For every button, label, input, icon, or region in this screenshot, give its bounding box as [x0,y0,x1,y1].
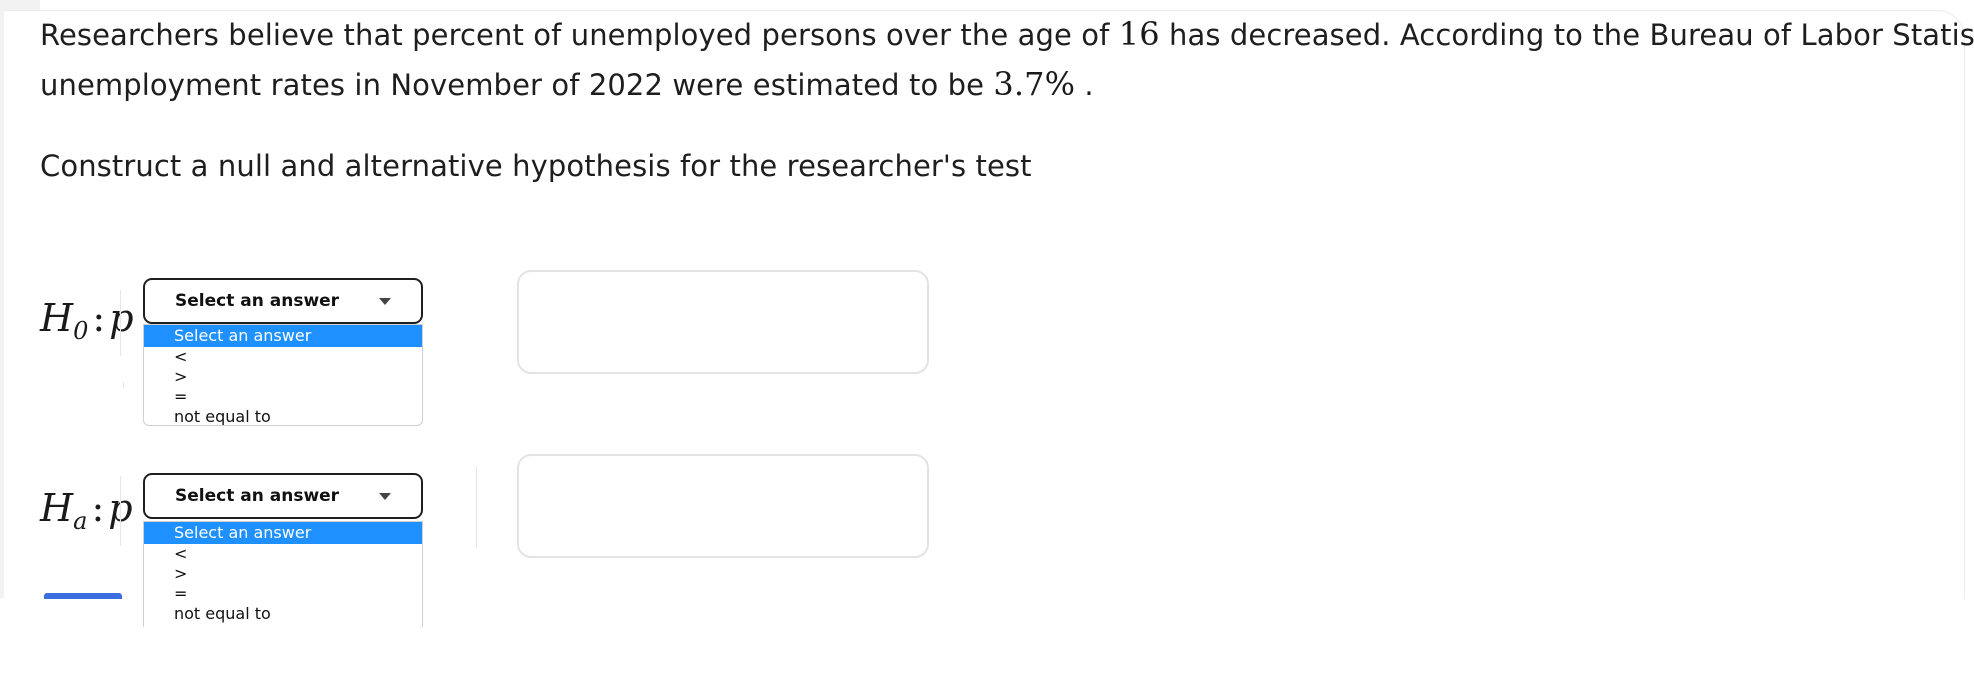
question-text: Researchers believe that percent of unem… [40,10,1974,110]
option-not-equal[interactable]: not equal to [144,407,422,425]
option-less-than[interactable]: < [144,347,422,367]
chevron-down-icon [379,493,391,500]
divider [120,476,121,546]
option-greater-than[interactable]: > [144,564,422,584]
alt-value-input[interactable] [517,454,929,558]
null-operator-select[interactable]: Select an answer [143,278,423,324]
option-equal[interactable]: = [144,387,422,407]
question-line-1: Researchers believe that percent of unem… [40,15,1974,53]
option-not-equal[interactable]: not equal to [144,604,422,624]
instruction-text: Construct a null and alternative hypothe… [40,149,1032,183]
divider [120,290,121,356]
age-value: 16 [1118,15,1160,53]
divider [476,466,477,548]
question-line-2: unemployment rates in November of 2022 w… [40,65,1094,103]
null-operator-listbox[interactable]: Select an answer < > = not equal to [143,324,423,426]
null-value-input[interactable] [517,270,929,374]
option-equal[interactable]: = [144,584,422,604]
alt-operator-listbox[interactable]: Select an answer < > = not equal to [143,521,423,627]
percent-sign: % [1044,65,1076,103]
option-select-an-answer[interactable]: Select an answer [144,325,422,347]
option-less-than[interactable]: < [144,544,422,564]
option-greater-than[interactable]: > [144,367,422,387]
submit-button[interactable] [44,593,122,599]
chevron-down-icon [379,298,391,305]
rate-value: 3.7 [993,65,1045,103]
divider [123,382,124,388]
alt-operator-select[interactable]: Select an answer [143,473,423,519]
alt-hypothesis-label: Ha: p [40,486,133,535]
option-select-an-answer[interactable]: Select an answer [144,522,422,544]
